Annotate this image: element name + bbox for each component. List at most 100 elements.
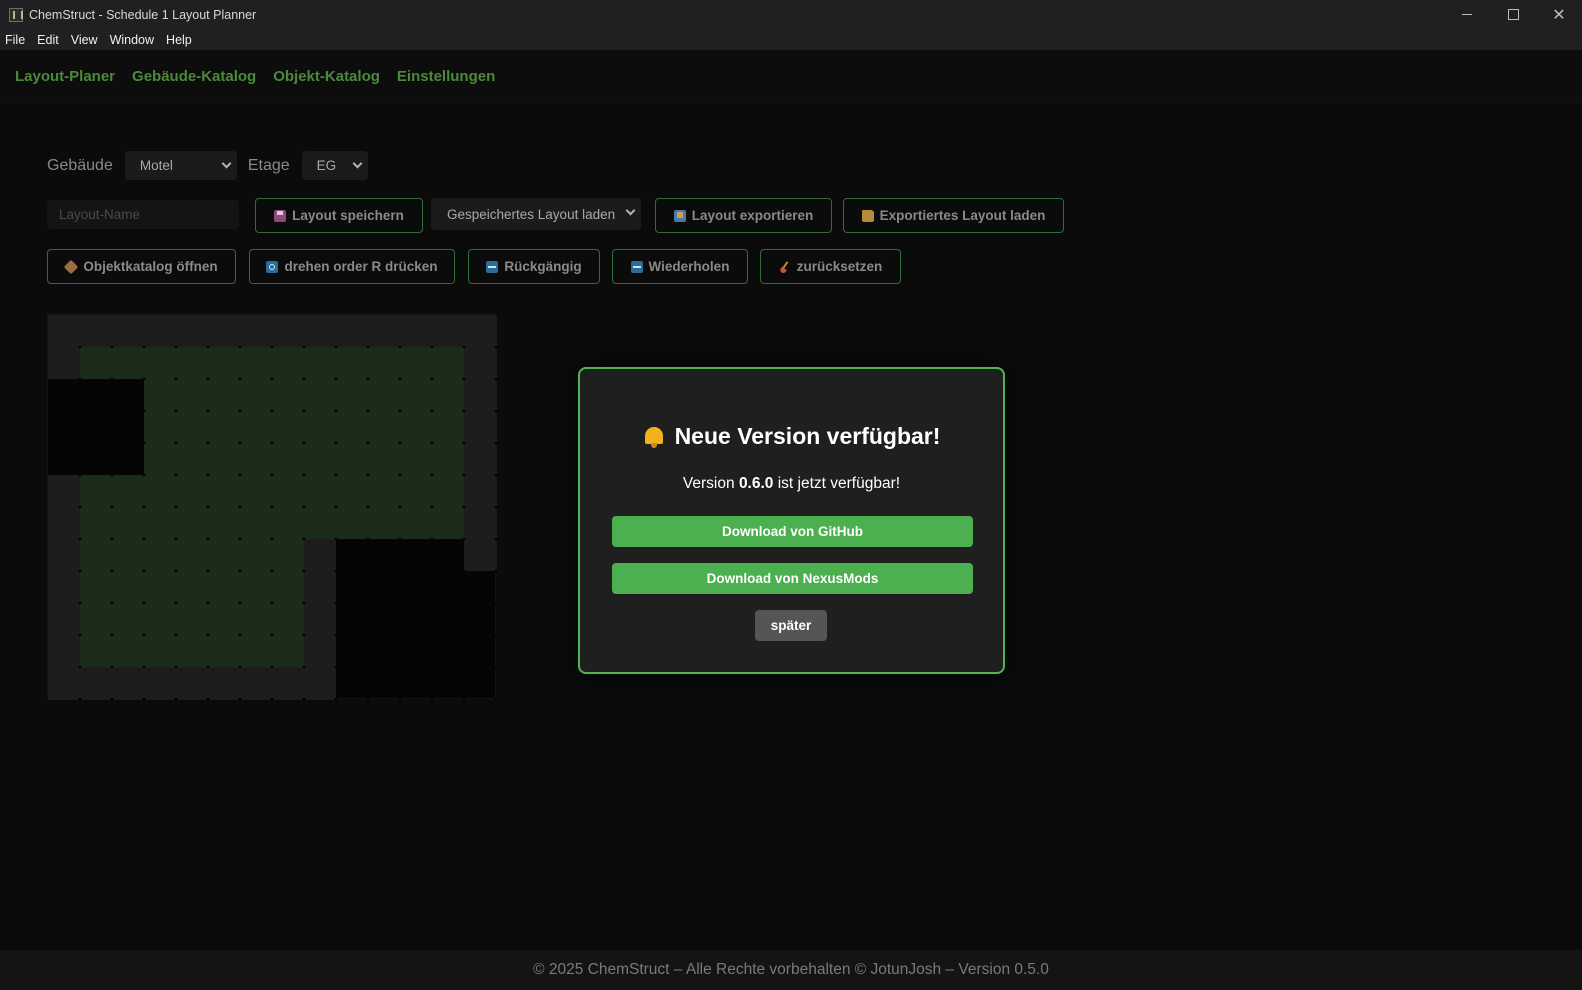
grid-dot (174, 345, 178, 349)
nav-layout-planer[interactable]: Layout-Planer (15, 68, 115, 85)
nav-objekt-katalog[interactable]: Objekt-Katalog (273, 68, 380, 85)
export-layout-label: Layout exportieren (691, 208, 814, 223)
grid-dot (270, 409, 274, 413)
title-bar: ChemStruct - Schedule 1 Layout Planner ✕ (0, 0, 1582, 29)
export-icon (673, 209, 686, 222)
grid-dot (366, 409, 370, 413)
grid-dot (366, 473, 370, 477)
floor-area (80, 347, 464, 379)
grid-dot (238, 345, 242, 349)
grid-dot (238, 569, 242, 573)
maximize-icon[interactable] (1490, 0, 1536, 29)
grid-dot (142, 665, 146, 669)
grid-dot (430, 569, 434, 573)
grid-dot (366, 505, 370, 509)
open-object-catalog-label: Objektkatalog öffnen (83, 259, 218, 274)
nav-gebaeude-katalog[interactable]: Gebäude-Katalog (132, 68, 256, 85)
grid-dot (78, 377, 82, 381)
grid-dot (110, 505, 114, 509)
wall-segment (48, 347, 80, 379)
update-dialog: Neue Version verfügbar! Version 0.6.0 is… (578, 367, 1005, 674)
grid-dot (206, 537, 210, 541)
grid-dot (78, 345, 82, 349)
grid-dot (270, 345, 274, 349)
save-layout-button[interactable]: Layout speichern (255, 198, 423, 233)
grid-dot (334, 409, 338, 413)
chevron-down-icon (221, 158, 232, 169)
arrow-left-icon (486, 260, 499, 273)
save-layout-label: Layout speichern (292, 208, 404, 223)
grid-dot (206, 505, 210, 509)
grid-dot (142, 409, 146, 413)
download-github-button[interactable]: Download von GitHub (612, 516, 973, 547)
nav-einstellungen[interactable]: Einstellungen (397, 68, 495, 85)
layout-grid-canvas[interactable] (47, 314, 497, 700)
minimize-icon[interactable] (1444, 0, 1490, 29)
building-floor-row: Gebäude Motel Etage EG (47, 151, 368, 180)
grid-dot (398, 473, 402, 477)
menu-view[interactable]: View (71, 33, 98, 47)
grid-dot (270, 505, 274, 509)
grid-dot (206, 473, 210, 477)
menu-window[interactable]: Window (110, 33, 154, 47)
menu-help[interactable]: Help (166, 33, 192, 47)
grid-dot (142, 377, 146, 381)
grid-dot (78, 473, 82, 477)
grid-dot (366, 377, 370, 381)
menu-edit[interactable]: Edit (37, 33, 59, 47)
chevron-down-icon (352, 158, 363, 169)
bell-icon (643, 425, 665, 449)
grid-dot (238, 601, 242, 605)
grid-dot (270, 441, 274, 445)
grid-dot (462, 569, 466, 573)
grid-dot (462, 697, 466, 700)
undo-button[interactable]: Rückgängig (468, 249, 600, 284)
grid-dot (78, 633, 82, 637)
folder-icon (861, 209, 874, 222)
building-select-value: Motel (139, 158, 173, 173)
grid-dot (110, 665, 114, 669)
redo-button[interactable]: Wiederholen (612, 249, 748, 284)
floor-select[interactable]: EG (301, 151, 368, 180)
grid-dot (78, 537, 82, 541)
grid-dot (270, 569, 274, 573)
grid-dot (206, 409, 210, 413)
grid-dot (142, 601, 146, 605)
load-exported-layout-button[interactable]: Exportiertes Layout laden (843, 198, 1064, 233)
later-button[interactable]: später (755, 610, 827, 641)
grid-dot (270, 633, 274, 637)
grid-dot (366, 665, 370, 669)
close-icon[interactable]: ✕ (1536, 0, 1582, 29)
layout-grid[interactable] (48, 315, 497, 700)
grid-dot (462, 601, 466, 605)
grid-dot (302, 665, 306, 669)
grid-dot (334, 665, 338, 669)
floor-area (144, 379, 464, 539)
wall-segment (48, 475, 80, 700)
export-layout-button[interactable]: Layout exportieren (655, 198, 832, 233)
rotate-button[interactable]: drehen order R drücken (249, 249, 455, 284)
grid-dot (462, 537, 466, 541)
saved-layout-select[interactable]: Gespeichertes Layout laden (431, 198, 641, 230)
menu-file[interactable]: File (5, 33, 25, 47)
wall-segment (48, 667, 336, 700)
floor-area (144, 539, 304, 667)
grid-dot (238, 473, 242, 477)
window-title: ChemStruct - Schedule 1 Layout Planner (29, 7, 257, 22)
grid-dot (398, 665, 402, 669)
building-select[interactable]: Motel (124, 151, 237, 180)
app-nav: Layout-Planer Gebäude-Katalog Objekt-Kat… (0, 50, 1582, 104)
layout-name-input[interactable] (47, 200, 239, 229)
reset-button[interactable]: zurücksetzen (760, 249, 901, 284)
grid-dot (142, 345, 146, 349)
grid-dot (110, 345, 114, 349)
open-object-catalog-button[interactable]: Objektkatalog öffnen (47, 249, 236, 284)
download-nexusmods-button[interactable]: Download von NexusMods (612, 563, 973, 594)
load-exported-layout-label: Exportiertes Layout laden (879, 208, 1046, 223)
grid-dot (110, 377, 114, 381)
version-number: 0.6.0 (738, 475, 774, 492)
grid-dot (462, 665, 466, 669)
grid-dot (462, 377, 466, 381)
grid-dot (174, 377, 178, 381)
grid-dot (142, 537, 146, 541)
